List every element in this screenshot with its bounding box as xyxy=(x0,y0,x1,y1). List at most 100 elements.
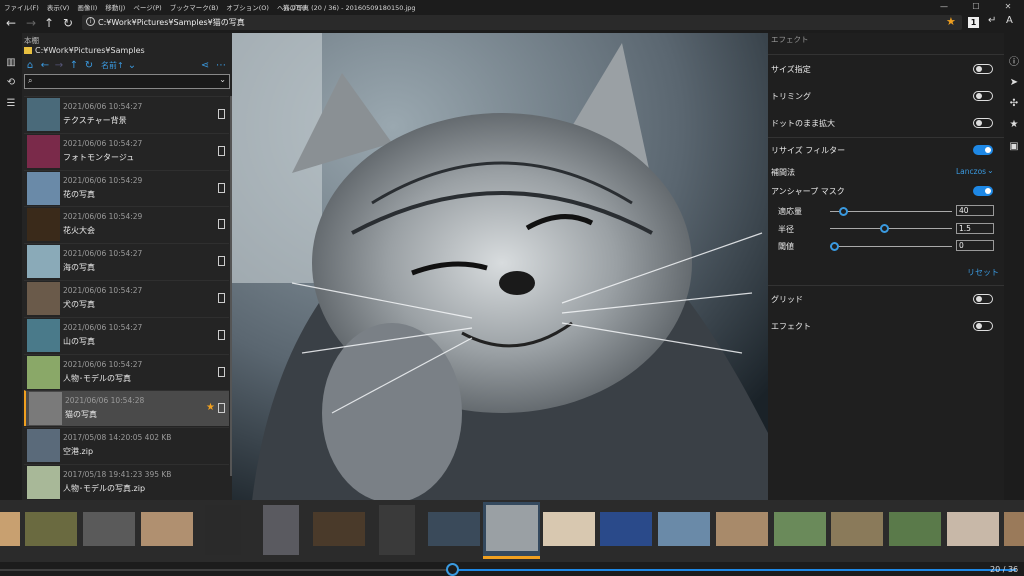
chevron-down-icon[interactable]: ⌄ xyxy=(219,75,226,84)
dot-toggle[interactable] xyxy=(973,118,993,128)
filmstrip-thumbnail[interactable] xyxy=(428,512,480,546)
filmstrip-thumbnail[interactable] xyxy=(25,512,77,546)
page-icon[interactable] xyxy=(218,182,225,193)
menu-view[interactable]: 表示(V) xyxy=(47,2,70,12)
unsharp-toggle[interactable] xyxy=(973,186,993,196)
list-item[interactable]: 2021/06/06 10:54:27 テクスチャー背景 xyxy=(24,96,229,132)
grid-toggle[interactable] xyxy=(973,294,993,304)
direction-icon[interactable]: ↵ xyxy=(988,15,996,26)
threshold-slider-knob[interactable] xyxy=(830,242,839,251)
filmstrip-thumbnail[interactable] xyxy=(774,512,826,546)
page-icon[interactable] xyxy=(218,145,225,156)
page-icon[interactable] xyxy=(218,219,225,230)
trim-toggle[interactable] xyxy=(973,91,993,101)
star-icon[interactable]: ★ xyxy=(206,402,215,413)
filmstrip-thumbnail[interactable] xyxy=(0,512,20,546)
page-badge[interactable]: 1 xyxy=(968,17,979,28)
list-item[interactable]: 2017/05/08 14:20:05 402 KB 空港.zip xyxy=(24,427,229,463)
bookmark-star-icon[interactable]: ★ xyxy=(946,15,956,28)
list-item[interactable]: 2021/06/06 10:54:27 海の写真 xyxy=(24,243,229,279)
sync-icon[interactable]: ↻ xyxy=(83,59,95,71)
list-item[interactable]: 2021/06/06 10:54:29 花火大会 xyxy=(24,206,229,242)
back-button[interactable]: ← xyxy=(2,14,20,32)
list-icon[interactable]: ☰ xyxy=(4,96,18,110)
sort-label[interactable]: 名前↑ xyxy=(101,60,124,71)
menu-image[interactable]: 画像(I) xyxy=(77,2,97,12)
filmstrip-thumbnail[interactable] xyxy=(543,512,595,546)
forward-button[interactable]: → xyxy=(22,14,40,32)
amount-slider[interactable] xyxy=(830,211,952,212)
close-button[interactable]: ✕ xyxy=(992,0,1024,13)
menu-move[interactable]: 移動(J) xyxy=(105,2,125,12)
bookshelf-icon[interactable]: ▥ xyxy=(4,55,18,69)
page-icon[interactable] xyxy=(218,329,225,340)
page-icon[interactable] xyxy=(218,366,225,377)
page-icon[interactable] xyxy=(218,293,225,303)
page-icon[interactable] xyxy=(218,403,225,414)
list-item[interactable]: 2021/06/06 10:54:27 犬の写真 xyxy=(24,280,229,316)
reset-link[interactable]: リセット xyxy=(967,267,999,278)
search-input[interactable]: ⌕ ⌄ xyxy=(24,74,230,89)
minimize-button[interactable]: — xyxy=(928,0,960,13)
list-item[interactable]: 2021/06/06 10:54:27 人物･モデルの写真 xyxy=(24,353,229,390)
share-icon[interactable]: ⋖ xyxy=(199,59,211,71)
menu-bookmark[interactable]: ブックマーク(B) xyxy=(170,2,219,12)
page-slider-knob[interactable] xyxy=(446,563,459,576)
star-icon[interactable]: ★ xyxy=(1007,117,1021,131)
chevron-down-icon[interactable]: ⌄ xyxy=(987,166,994,175)
page-icon[interactable] xyxy=(218,256,225,267)
filmstrip-thumbnail[interactable] xyxy=(889,512,941,546)
maximize-button[interactable]: ☐ xyxy=(960,0,992,13)
filmstrip-thumbnail[interactable] xyxy=(141,512,193,546)
threshold-slider[interactable] xyxy=(830,246,952,247)
item-date: 2021/06/06 10:54:27 xyxy=(63,102,143,111)
filmstrip-thumbnail[interactable] xyxy=(947,512,999,546)
pinwheel-icon[interactable]: ✣ xyxy=(1007,96,1021,110)
filmstrip-thumbnail[interactable] xyxy=(313,512,365,546)
radius-input[interactable]: 1.5 xyxy=(956,223,994,234)
forward-icon[interactable]: → xyxy=(53,59,65,71)
resize-filter-toggle[interactable] xyxy=(973,145,993,155)
font-size-icon[interactable]: A xyxy=(1006,15,1013,26)
filmstrip-thumbnail[interactable] xyxy=(205,505,241,555)
page-icon[interactable] xyxy=(218,109,225,119)
amount-input[interactable]: 40 xyxy=(956,205,994,216)
filmstrip-thumbnail[interactable] xyxy=(658,512,710,546)
radius-slider-knob[interactable] xyxy=(880,224,889,233)
filmstrip-thumbnail[interactable] xyxy=(1004,512,1024,546)
filmstrip-thumbnail[interactable] xyxy=(831,512,883,546)
menu-options[interactable]: オプション(O) xyxy=(226,2,269,12)
amount-slider-knob[interactable] xyxy=(839,207,848,216)
effect-toggle[interactable] xyxy=(973,321,993,331)
threshold-input[interactable]: 0 xyxy=(956,240,994,251)
reload-button[interactable]: ↻ xyxy=(59,14,77,32)
home-icon[interactable]: ⌂ xyxy=(24,59,36,71)
list-item[interactable]: 2021/06/06 10:54:29 花の写真 xyxy=(24,169,229,206)
up-icon[interactable]: ↑ xyxy=(68,59,80,71)
more-icon[interactable]: ⋯ xyxy=(215,59,227,71)
filmstrip-thumbnail[interactable] xyxy=(600,512,652,546)
size-label: サイズ指定 xyxy=(771,65,811,74)
back-icon[interactable]: ← xyxy=(39,59,51,71)
info-icon[interactable]: ⓘ xyxy=(1007,53,1021,68)
filmstrip-thumbnail[interactable] xyxy=(379,505,415,555)
image-icon[interactable]: ▣ xyxy=(1007,139,1021,153)
menu-page[interactable]: ページ(P) xyxy=(133,2,161,12)
menu-file[interactable]: ファイル(F) xyxy=(4,2,39,12)
list-item[interactable]: 2021/06/06 10:54:28 猫の写真 ★ xyxy=(24,390,229,427)
list-item[interactable]: 2021/06/06 10:54:27 山の写真 xyxy=(24,316,229,353)
size-toggle[interactable] xyxy=(973,64,993,74)
interp-select[interactable]: Lanczos xyxy=(956,167,986,176)
filmstrip-thumbnail[interactable] xyxy=(263,505,299,555)
list-item[interactable]: 2017/05/18 19:41:23 395 KB 人物･モデルの写真.zip xyxy=(24,464,229,500)
up-button[interactable]: ↑ xyxy=(40,14,58,32)
history-icon[interactable]: ⟲ xyxy=(4,75,18,89)
navigate-icon[interactable]: ➤ xyxy=(1007,75,1021,89)
filmstrip-thumbnail[interactable] xyxy=(486,505,538,551)
chevron-down-icon[interactable]: ⌄ xyxy=(126,59,138,71)
page-slider-track-left[interactable] xyxy=(0,569,452,571)
list-item[interactable]: 2021/06/06 10:54:27 フォトモンタージュ xyxy=(24,132,229,169)
filmstrip-thumbnail[interactable] xyxy=(716,512,768,546)
radius-slider[interactable] xyxy=(830,228,952,229)
filmstrip-thumbnail[interactable] xyxy=(83,512,135,546)
